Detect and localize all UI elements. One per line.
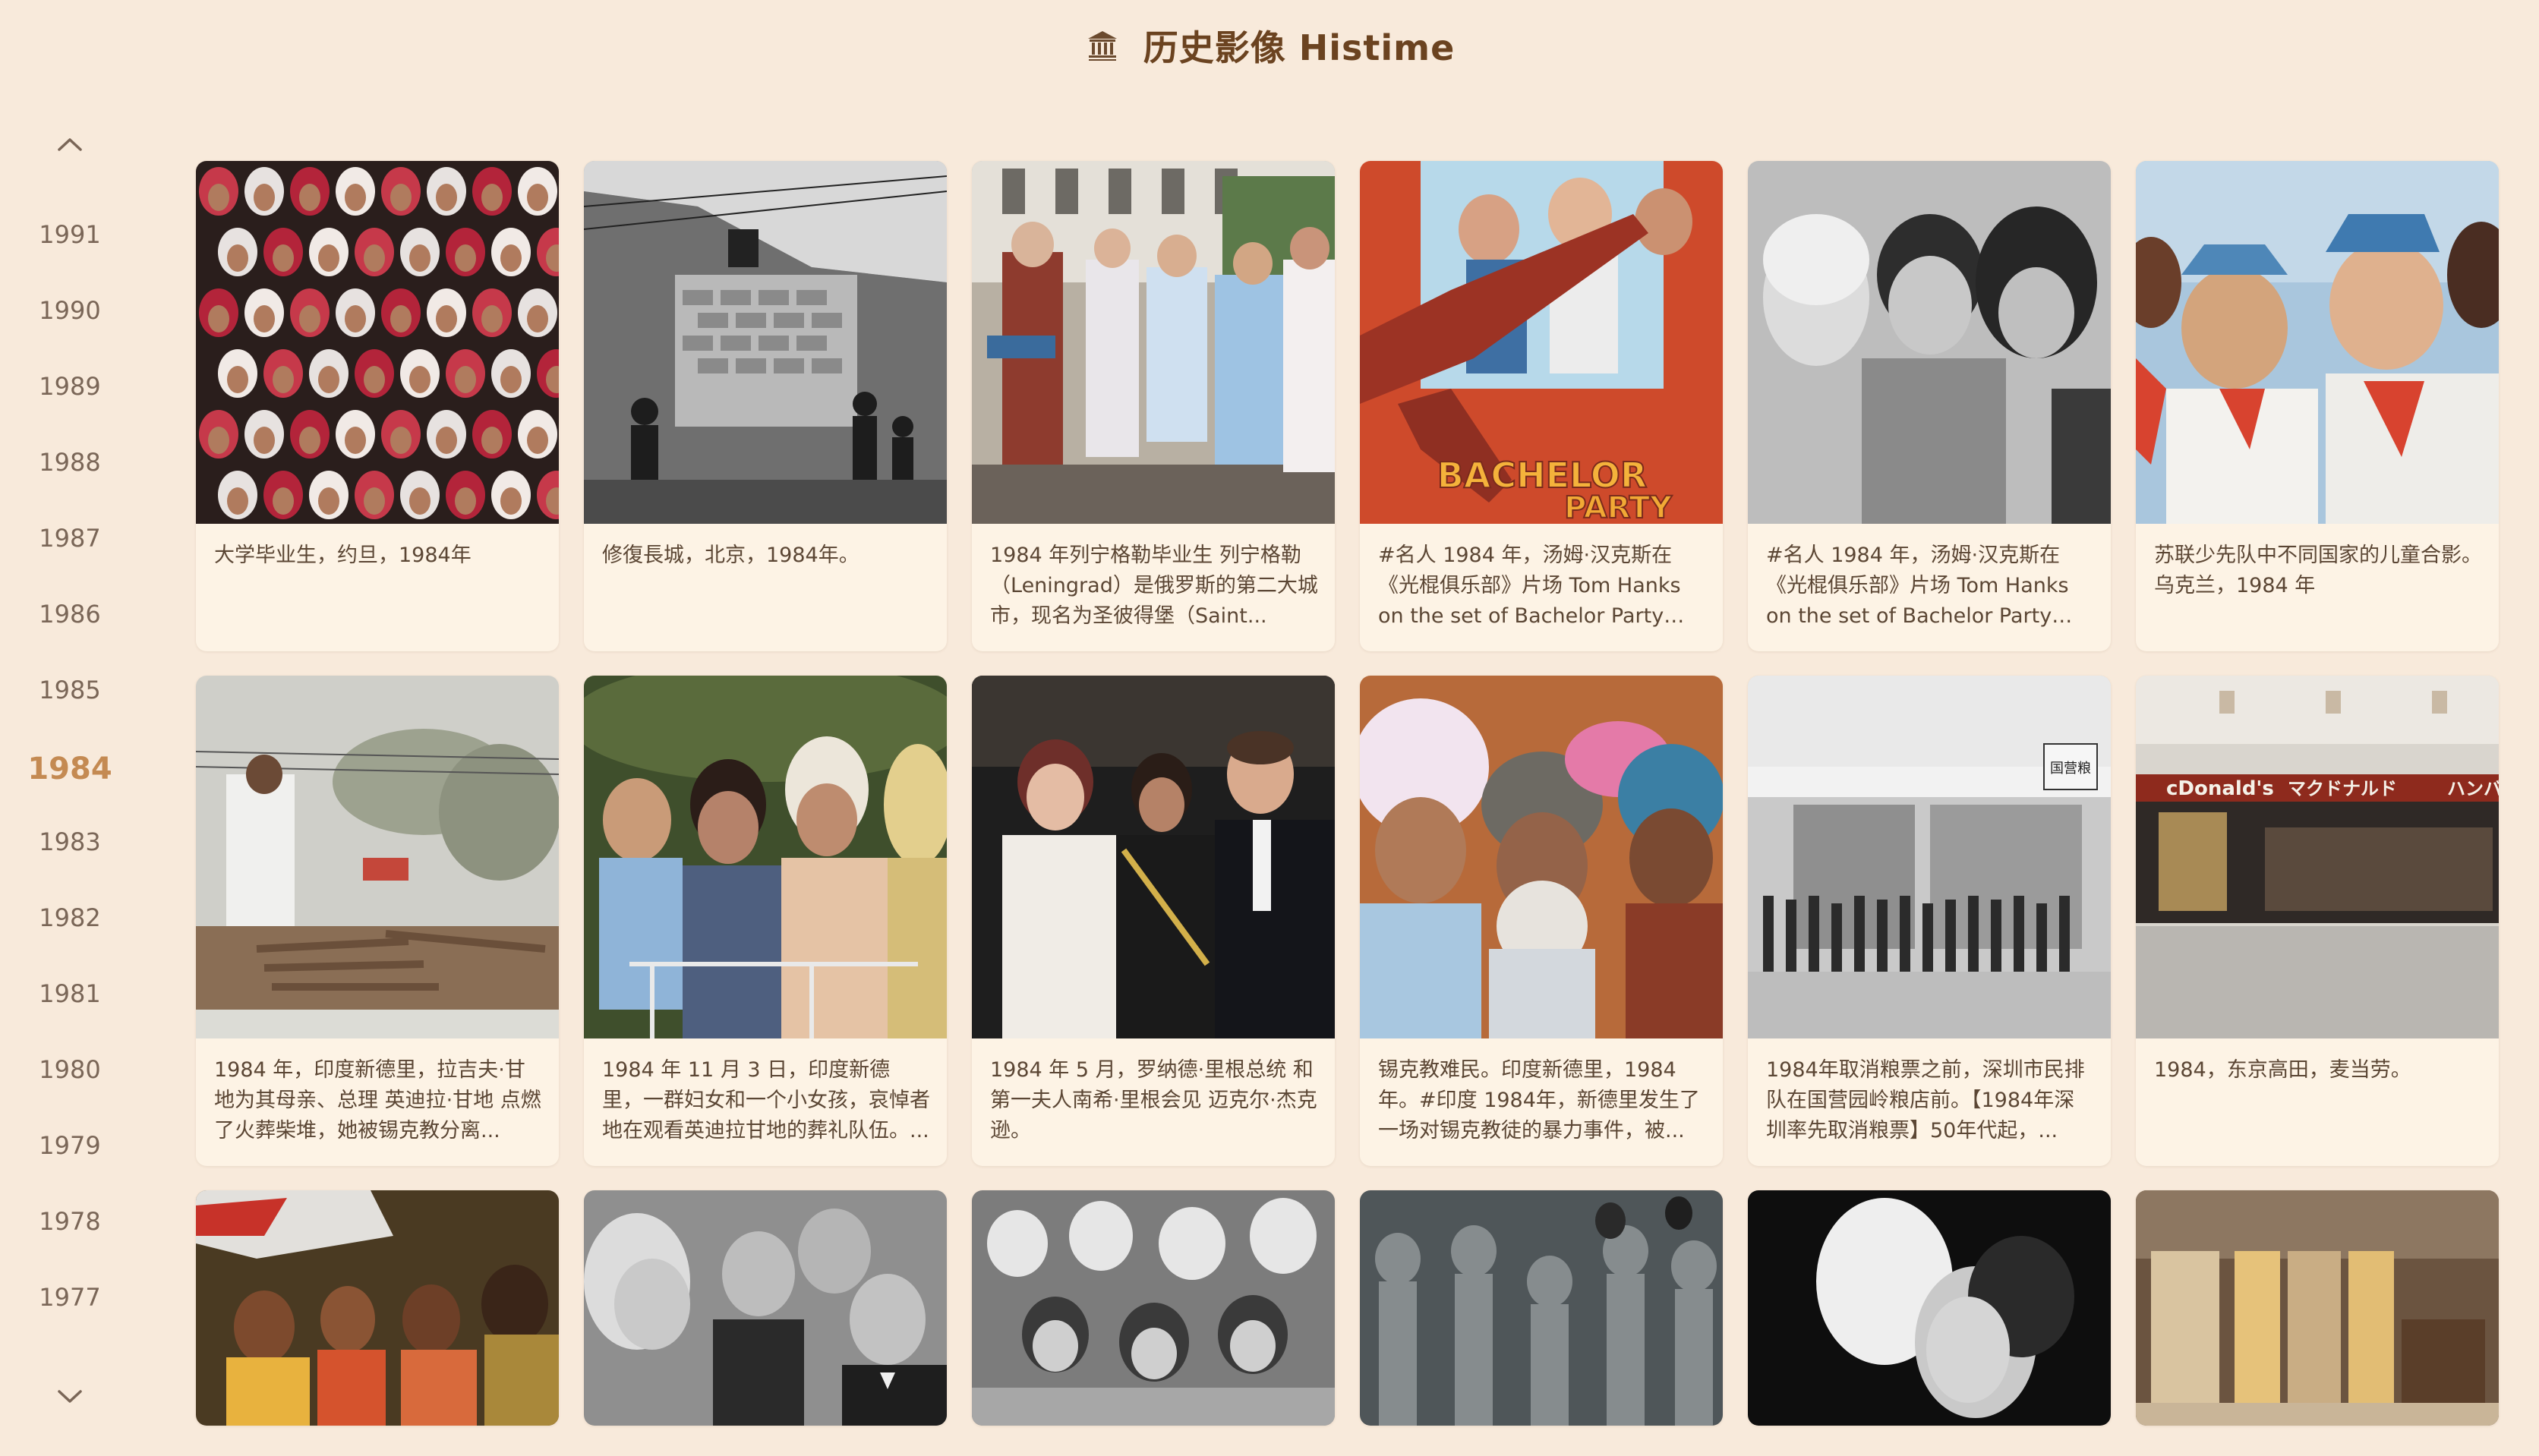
- store-sign-text: 国营粮: [2050, 761, 2091, 777]
- photo-indira-cremation: [196, 676, 559, 1038]
- photo-bachelor-party-poster: BACHELOR PARTY: [1360, 161, 1723, 524]
- card-caption: 1984 年 5 月，罗纳德·里根总统 和第一夫人南希·里根会见 迈克尔·杰克逊…: [990, 1058, 1317, 1142]
- year-item-1984[interactable]: 1984: [0, 752, 140, 786]
- store-sign-text: ハンバ: [2447, 778, 2499, 799]
- card-caption: 1984，东京高田，麦当劳。: [2154, 1058, 2411, 1082]
- photo-tom-hanks-bw: [1748, 161, 2111, 524]
- chevron-down-icon[interactable]: [47, 1374, 93, 1420]
- app-header: 历史影像 Histime: [0, 0, 2539, 91]
- photo-card[interactable]: #名人 1984 年，汤姆·汉克斯在《光棍俱乐部》片场 Tom Hanks on…: [1748, 161, 2111, 651]
- card-caption: 锡克教难民。印度新德里，1984年。#印度 1984年，新德里发生了一场对锡克教…: [1378, 1058, 1700, 1142]
- card-caption: 1984 年，印度新德里，拉吉夫·甘地为其母亲、总理 英迪拉·甘地 点燃了火葬柴…: [214, 1058, 541, 1142]
- poster-subtitle-text: PARTY: [1564, 490, 1673, 524]
- photo-card[interactable]: cDonald's マクドナルド ハンバ 1984，东京高田，麦当劳。: [2136, 676, 2499, 1166]
- photo-soviet-pioneers: [2136, 161, 2499, 524]
- photo-card[interactable]: 1984 年列宁格勒毕业生 列宁格勒（Leningrad）是俄罗斯的第二大城市，…: [972, 161, 1335, 651]
- photo-card[interactable]: [1748, 1190, 2111, 1426]
- card-caption: #名人 1984 年，汤姆·汉克斯在《光棍俱乐部》片场 Tom Hanks on…: [1378, 544, 1681, 628]
- year-item-1989[interactable]: 1989: [0, 372, 140, 401]
- store-sign-text: cDonald's: [2166, 777, 2274, 800]
- photo-card[interactable]: [584, 1190, 947, 1426]
- photo-card[interactable]: 修復長城，北京，1984年。: [584, 161, 947, 651]
- photo-reagans-michael-jackson: [972, 676, 1335, 1038]
- app-title: 历史影像 Histime: [1143, 27, 1456, 68]
- photo-card[interactable]: 1984 年 5 月，罗纳德·里根总统 和第一夫人南希·里根会见 迈克尔·杰克逊…: [972, 676, 1335, 1166]
- photo-shenzhen-grain-queue: 国营粮: [1748, 676, 2111, 1038]
- photo-card[interactable]: 锡克教难民。印度新德里，1984年。#印度 1984年，新德里发生了一场对锡克教…: [1360, 676, 1723, 1166]
- year-item-1986[interactable]: 1986: [0, 600, 140, 629]
- year-item-1979[interactable]: 1979: [0, 1131, 140, 1160]
- year-item-1977[interactable]: 1977: [0, 1283, 140, 1312]
- year-item-1983[interactable]: 1983: [0, 827, 140, 856]
- photo-card[interactable]: [972, 1190, 1335, 1426]
- photo-row3-2: [584, 1190, 947, 1426]
- year-item-1978[interactable]: 1978: [0, 1207, 140, 1236]
- photo-card[interactable]: [1360, 1190, 1723, 1426]
- photo-sikh-refugees: [1360, 676, 1723, 1038]
- year-item-1985[interactable]: 1985: [0, 676, 140, 704]
- year-item-1981[interactable]: 1981: [0, 979, 140, 1008]
- photo-card[interactable]: 苏联少先队中不同国家的儿童合影。乌克兰，1984 年: [2136, 161, 2499, 651]
- card-caption: 1984 年 11 月 3 日，印度新德里，一群妇女和一个小女孩，哀悼者地在观看…: [602, 1058, 930, 1142]
- year-item-1987[interactable]: 1987: [0, 524, 140, 553]
- photo-tokyo-mcdonalds: cDonald's マクドナルド ハンバ: [2136, 676, 2499, 1038]
- photo-card[interactable]: 国营粮 1984年取消粮票之前，深圳市民排队在国营园岭粮店前。【1984年深圳率…: [1748, 676, 2111, 1166]
- card-caption: 修復長城，北京，1984年。: [602, 544, 859, 567]
- chevron-up-icon[interactable]: [47, 121, 93, 167]
- photo-great-wall-repair: [584, 161, 947, 524]
- photo-card[interactable]: 1984 年 11 月 3 日，印度新德里，一群妇女和一个小女孩，哀悼者地在观看…: [584, 676, 947, 1166]
- photo-funeral-mourners: [584, 676, 947, 1038]
- card-caption: 1984 年列宁格勒毕业生 列宁格勒（Leningrad）是俄罗斯的第二大城市，…: [990, 544, 1318, 628]
- photo-leningrad-graduates: [972, 161, 1335, 524]
- histime-logo-icon[interactable]: [1084, 27, 1121, 64]
- photo-card[interactable]: 1984 年，印度新德里，拉吉夫·甘地为其母亲、总理 英迪拉·甘地 点燃了火葬柴…: [196, 676, 559, 1166]
- year-item-1980[interactable]: 1980: [0, 1055, 140, 1084]
- year-item-1988[interactable]: 1988: [0, 448, 140, 477]
- card-caption: 大学毕业生，约旦，1984年: [214, 544, 472, 567]
- year-item-1991[interactable]: 1991: [0, 220, 140, 249]
- poster-title-text: BACHELOR: [1437, 455, 1648, 496]
- photo-card[interactable]: BACHELOR PARTY #名人 1984 年，汤姆·汉克斯在《光棍俱乐部》…: [1360, 161, 1723, 651]
- card-caption: 1984年取消粮票之前，深圳市民排队在国营园岭粮店前。【1984年深圳率先取消粮…: [1766, 1058, 2085, 1142]
- photo-card[interactable]: [2136, 1190, 2499, 1426]
- photo-card[interactable]: [196, 1190, 559, 1426]
- photo-row3-3: [972, 1190, 1335, 1426]
- photo-card[interactable]: 大学毕业生，约旦，1984年: [196, 161, 559, 651]
- photo-row3-1: [196, 1190, 559, 1426]
- card-caption: 苏联少先队中不同国家的儿童合影。乌克兰，1984 年: [2154, 544, 2482, 597]
- photo-jordan-graduates: [196, 161, 559, 524]
- store-sign-text: マクドナルド: [2288, 778, 2397, 799]
- photo-row3-5: [1748, 1190, 2111, 1426]
- card-caption: #名人 1984 年，汤姆·汉克斯在《光棍俱乐部》片场 Tom Hanks on…: [1766, 544, 2069, 628]
- year-item-1990[interactable]: 1990: [0, 296, 140, 325]
- photo-row3-4: [1360, 1190, 1723, 1426]
- photo-row3-6: [2136, 1190, 2499, 1426]
- year-item-1982[interactable]: 1982: [0, 903, 140, 932]
- year-sidebar: 1991 1990 1989 1988 1987 1986 1985 1984 1983 1982…: [0, 106, 140, 1442]
